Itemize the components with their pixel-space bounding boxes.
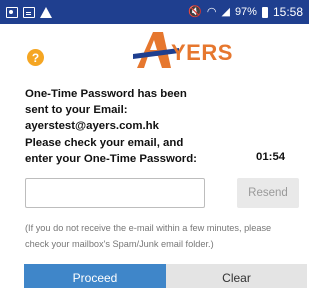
status-bar-left xyxy=(6,6,52,18)
help-icon[interactable]: ? xyxy=(27,49,44,66)
otp-message: One-Time Password has been sent to your … xyxy=(25,86,210,167)
clear-button[interactable]: Clear xyxy=(166,264,307,288)
message-email: ayerstest@ayers.com.hk xyxy=(25,120,159,133)
battery-icon xyxy=(261,6,268,18)
status-bar: 🔇 ◠ ◢ 97% 15:58 xyxy=(0,0,309,24)
message-line: One-Time Password has been xyxy=(25,88,187,100)
warning-icon xyxy=(40,6,52,18)
otp-input[interactable] xyxy=(25,178,205,208)
message-line: Please check your email, and xyxy=(25,136,184,149)
note-line: (If you do not receive the e-mail within… xyxy=(25,223,272,233)
resend-button[interactable]: Resend xyxy=(237,178,299,208)
message-line: sent to your Email: xyxy=(25,104,128,117)
proceed-button[interactable]: Proceed xyxy=(24,264,166,288)
ayers-logo: YERS xyxy=(133,30,232,70)
spam-note: (If you do not receive the e-mail within… xyxy=(25,220,305,252)
wifi-icon: ◠ xyxy=(206,5,217,18)
logo-text: YERS xyxy=(171,40,233,65)
photo-icon xyxy=(6,6,18,18)
clock: 15:58 xyxy=(272,5,303,19)
message-line: enter your One-Time Password: xyxy=(25,152,197,165)
status-bar-right: 🔇 ◠ ◢ 97% 15:58 xyxy=(188,5,303,19)
signal-icon: ◢ xyxy=(221,5,230,18)
note-line: check your mailbox's Spam/Junk email fol… xyxy=(25,239,214,249)
battery-percent: 97% xyxy=(234,5,257,18)
document-icon xyxy=(23,6,35,18)
mute-icon: 🔇 xyxy=(188,5,202,18)
countdown-timer: 01:54 xyxy=(256,151,286,163)
